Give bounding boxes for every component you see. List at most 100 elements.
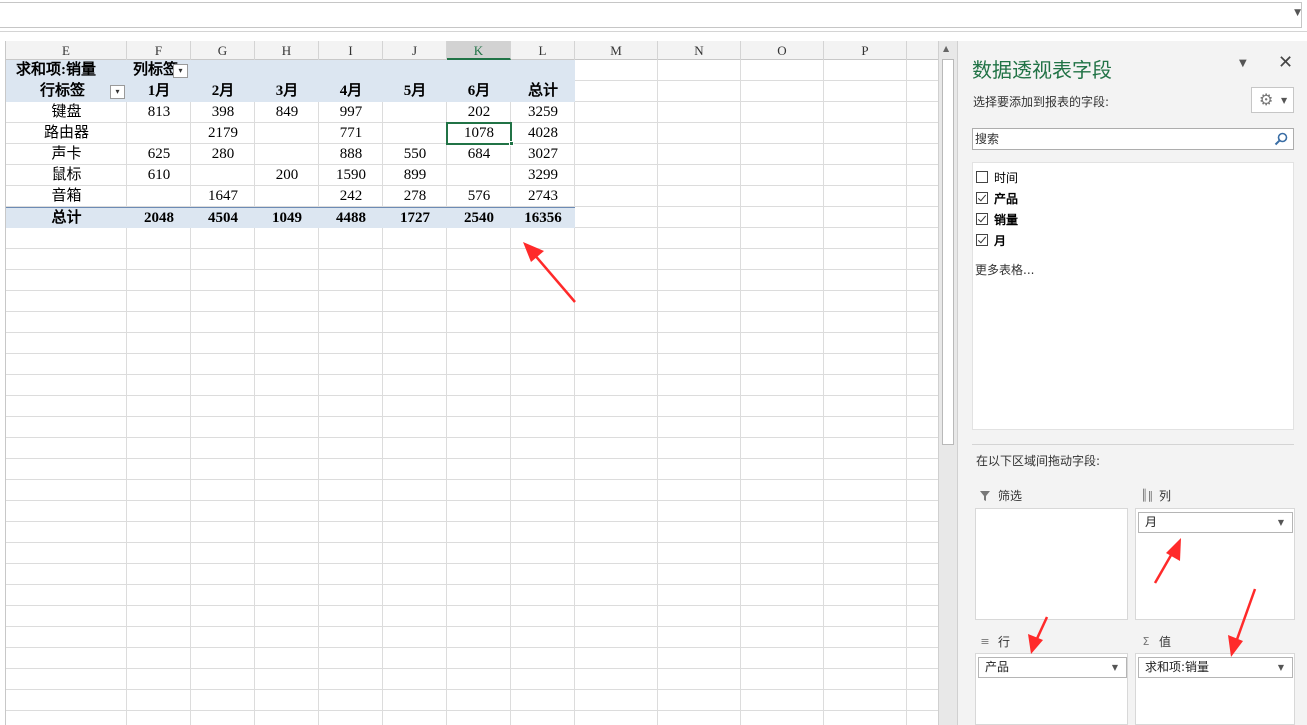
row-total-cell[interactable]: 3027 — [511, 144, 575, 165]
rows-area-box[interactable]: 产品 ▼ — [975, 653, 1128, 725]
close-icon[interactable]: ✕ — [1278, 52, 1293, 73]
rows-field-pill[interactable]: 产品 ▼ — [978, 657, 1127, 678]
column-filter-button[interactable]: ▾ — [173, 64, 188, 78]
value-cell[interactable]: 997 — [319, 102, 383, 123]
month-header[interactable]: 5月 — [383, 81, 447, 102]
row-total-cell[interactable]: 2743 — [511, 186, 575, 207]
column-header[interactable]: M — [575, 41, 658, 60]
value-cell[interactable]: 200 — [255, 165, 319, 186]
row-item-label[interactable]: 音箱 — [6, 186, 127, 207]
field-search[interactable] — [972, 128, 1294, 150]
value-cell[interactable]: 576 — [447, 186, 511, 207]
field-checkbox[interactable] — [976, 213, 988, 225]
formula-input[interactable] — [0, 2, 1302, 28]
field-item[interactable]: 时间 — [976, 168, 1018, 186]
values-area-box[interactable]: 求和项:销量 ▼ — [1135, 653, 1295, 725]
value-cell[interactable]: 398 — [191, 102, 255, 123]
value-cell[interactable] — [127, 123, 191, 144]
value-cell[interactable]: 899 — [383, 165, 447, 186]
value-cell[interactable]: 2179 — [191, 123, 255, 144]
value-cell[interactable] — [383, 102, 447, 123]
value-cell[interactable]: 888 — [319, 144, 383, 165]
scroll-up-icon[interactable]: ▲ — [943, 45, 949, 53]
value-cell[interactable] — [383, 123, 447, 144]
row-total-cell[interactable]: 4028 — [511, 123, 575, 144]
row-item-label[interactable]: 鼠标 — [6, 165, 127, 186]
pivot-row-label[interactable]: 行标签 — [6, 81, 127, 102]
field-checkbox[interactable] — [976, 234, 988, 246]
column-header[interactable]: E — [6, 41, 127, 60]
row-item-label[interactable]: 声卡 — [6, 144, 127, 165]
month-header[interactable]: 1月 — [127, 81, 191, 102]
values-field-pill[interactable]: 求和项:销量 ▼ — [1138, 657, 1293, 678]
value-cell[interactable] — [255, 186, 319, 207]
value-cell[interactable]: 813 — [127, 102, 191, 123]
columns-field-pill[interactable]: 月 ▼ — [1138, 512, 1293, 533]
chevron-down-icon[interactable]: ▼ — [1278, 658, 1284, 677]
column-header[interactable]: H — [255, 41, 319, 60]
more-tables-link[interactable]: 更多表格... — [975, 261, 1034, 278]
column-header[interactable]: P — [824, 41, 907, 60]
row-total-cell[interactable]: 3259 — [511, 102, 575, 123]
value-cell[interactable]: 1590 — [319, 165, 383, 186]
value-cell[interactable] — [255, 144, 319, 165]
column-header[interactable]: N — [658, 41, 741, 60]
value-cell[interactable]: 771 — [319, 123, 383, 144]
field-item[interactable]: 销量 — [976, 210, 1018, 228]
field-checkbox[interactable] — [976, 192, 988, 204]
value-cell[interactable]: 625 — [127, 144, 191, 165]
month-header[interactable]: 3月 — [255, 81, 319, 102]
column-header[interactable]: O — [741, 41, 824, 60]
grand-total-cell[interactable]: 2048 — [127, 208, 191, 229]
row-item-label[interactable]: 键盘 — [6, 102, 127, 123]
month-header[interactable]: 6月 — [447, 81, 511, 102]
value-cell[interactable] — [447, 165, 511, 186]
grand-total-cell[interactable]: 4504 — [191, 208, 255, 229]
total-header[interactable]: 总计 — [511, 81, 575, 102]
field-item[interactable]: 月 — [976, 231, 1006, 249]
month-header[interactable]: 2月 — [191, 81, 255, 102]
scrollbar-thumb[interactable] — [942, 59, 954, 445]
column-header[interactable]: G — [191, 41, 255, 60]
value-cell[interactable]: 550 — [383, 144, 447, 165]
value-cell[interactable]: 1647 — [191, 186, 255, 207]
search-input[interactable] — [975, 130, 1265, 148]
grand-total-cell[interactable]: 1727 — [383, 208, 447, 229]
grand-total-cell[interactable]: 4488 — [319, 208, 383, 229]
chevron-down-icon[interactable]: ▼ — [1112, 658, 1118, 677]
column-header[interactable]: L — [511, 41, 575, 60]
value-cell[interactable]: 849 — [255, 102, 319, 123]
field-item[interactable]: 产品 — [976, 189, 1018, 207]
grand-total-label[interactable]: 总计 — [6, 208, 127, 229]
chevron-down-icon[interactable]: ▼ — [1294, 8, 1301, 18]
value-cell[interactable]: 278 — [383, 186, 447, 207]
grand-total-sum[interactable]: 16356 — [511, 208, 575, 229]
value-cell[interactable]: 202 — [447, 102, 511, 123]
value-cell[interactable]: 684 — [447, 144, 511, 165]
grand-total-cell[interactable]: 1049 — [255, 208, 319, 229]
chevron-down-icon[interactable]: ▼ — [1278, 513, 1284, 532]
worksheet-grid[interactable]: EFGHIJKLMNOP 求和项:销量 列标签 ▾ 行标签 ▾ 1月 2月 3月 4月 5月 6月总… — [0, 41, 938, 725]
value-cell[interactable] — [255, 123, 319, 144]
column-header[interactable]: F — [127, 41, 191, 60]
value-cell[interactable] — [191, 165, 255, 186]
row-filter-button[interactable]: ▾ — [110, 85, 125, 99]
value-cell[interactable]: 280 — [191, 144, 255, 165]
columns-area-box[interactable]: 月 ▼ — [1135, 508, 1295, 620]
column-header[interactable]: J — [383, 41, 447, 60]
grand-total-cell[interactable]: 2540 — [447, 208, 511, 229]
pane-options-caret-icon[interactable]: ▼ — [1239, 58, 1247, 69]
row-item-label[interactable]: 路由器 — [6, 123, 127, 144]
value-cell[interactable] — [127, 186, 191, 207]
column-header[interactable]: K — [447, 41, 511, 60]
value-cell[interactable]: 610 — [127, 165, 191, 186]
field-checkbox[interactable] — [976, 171, 988, 183]
vertical-scrollbar[interactable]: ▲ — [938, 41, 957, 725]
search-icon[interactable] — [1273, 131, 1289, 147]
row-total-cell[interactable]: 3299 — [511, 165, 575, 186]
pivot-value-label[interactable]: 求和项:销量 — [6, 60, 127, 81]
value-cell[interactable]: 242 — [319, 186, 383, 207]
filter-area-box[interactable] — [975, 508, 1128, 620]
month-header[interactable]: 4月 — [319, 81, 383, 102]
tools-button[interactable]: ⚙ ▼ — [1251, 87, 1294, 113]
